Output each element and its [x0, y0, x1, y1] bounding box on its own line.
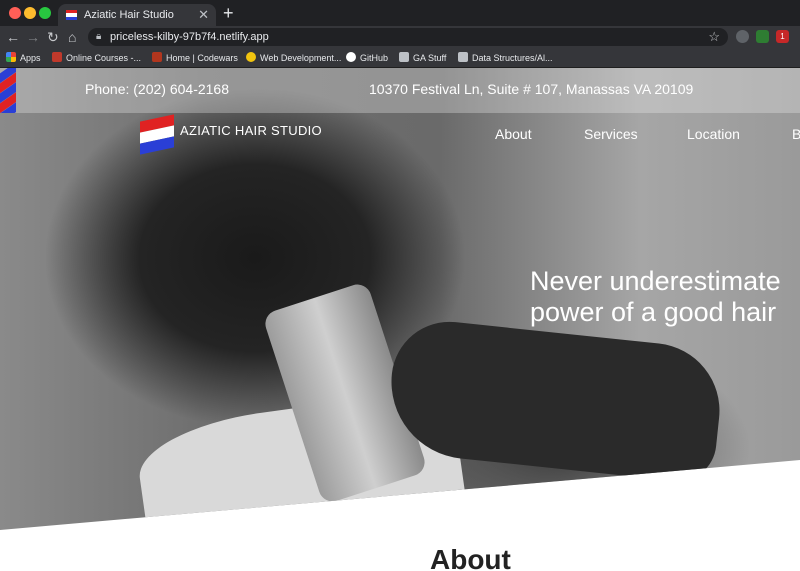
url-text: priceless-kilby-97b7f4.netlify.app: [110, 31, 269, 43]
extension-tree-icon[interactable]: [756, 30, 769, 43]
lock-icon: 🔒︎: [96, 31, 102, 42]
bookmark-codewars[interactable]: Home | Codewars: [152, 48, 238, 68]
codewars-icon: [152, 52, 162, 62]
bookmark-data-structures[interactable]: Data Structures/Al...: [458, 48, 553, 68]
bookmark-github[interactable]: GitHub: [346, 48, 388, 68]
about-section-heading: About: [430, 544, 511, 571]
maximize-window-button[interactable]: [39, 7, 51, 19]
github-icon: [346, 52, 356, 62]
tab-aziatic-hair-studio[interactable]: Aziatic Hair Studio ✕: [58, 4, 216, 26]
barber-pole-icon: [0, 68, 16, 113]
hero-tagline: Never underestimate power of a good hair: [530, 266, 781, 328]
bookmark-apps[interactable]: Apps: [6, 48, 41, 68]
extension-badge-icon[interactable]: 1: [776, 30, 789, 43]
forward-arrow-icon[interactable]: →: [26, 28, 40, 46]
apps-grid-icon: [6, 52, 16, 62]
site-logo-text[interactable]: AZIATIC HAIR STUDIO: [180, 123, 322, 138]
nav-about[interactable]: About: [495, 126, 532, 142]
address-text: 10370 Festival Ln, Suite # 107, Manassas…: [369, 81, 694, 97]
address-bar[interactable]: 🔒︎ priceless-kilby-97b7f4.netlify.app ☆: [88, 28, 728, 46]
bookmark-online-courses[interactable]: Online Courses -...: [52, 48, 141, 68]
site-favicon-icon: [66, 10, 77, 20]
tab-close-icon[interactable]: ✕: [198, 4, 209, 26]
web-dev-icon: [246, 52, 256, 62]
bookmark-star-icon[interactable]: ☆: [708, 28, 720, 46]
nav-truncated[interactable]: B: [792, 126, 800, 142]
browser-tab-strip: Aziatic Hair Studio ✕ +: [0, 0, 800, 26]
folder-icon: [458, 52, 468, 62]
bookmark-web-development[interactable]: Web Development...: [246, 48, 341, 68]
website-viewport: Phone: (202) 604-2168 10370 Festival Ln,…: [0, 68, 800, 571]
tagline-line-2: power of a good hair: [530, 297, 777, 327]
browser-toolbar: ← → ↻ ⌂ 🔒︎ priceless-kilby-97b7f4.netlif…: [0, 26, 800, 48]
minimize-window-button[interactable]: [24, 7, 36, 19]
new-tab-button[interactable]: +: [223, 2, 234, 24]
contact-bar: Phone: (202) 604-2168 10370 Festival Ln,…: [0, 68, 800, 113]
phone-number[interactable]: Phone: (202) 604-2168: [85, 81, 229, 97]
courses-icon: [52, 52, 62, 62]
extension-mic-icon[interactable]: [736, 30, 749, 43]
tab-title: Aziatic Hair Studio: [84, 9, 174, 21]
reload-icon[interactable]: ↻: [47, 28, 59, 46]
bookmarks-bar: Apps Online Courses -... Home | Codewars…: [0, 48, 800, 68]
close-window-button[interactable]: [9, 7, 21, 19]
flag-logo-icon[interactable]: [140, 114, 176, 155]
bookmark-ga-stuff[interactable]: GA Stuff: [399, 48, 446, 68]
nav-location[interactable]: Location: [687, 126, 740, 142]
tagline-line-1: Never underestimate: [530, 266, 781, 296]
home-icon[interactable]: ⌂: [68, 28, 76, 46]
nav-services[interactable]: Services: [584, 126, 638, 142]
folder-icon: [399, 52, 409, 62]
back-arrow-icon[interactable]: ←: [6, 28, 20, 46]
